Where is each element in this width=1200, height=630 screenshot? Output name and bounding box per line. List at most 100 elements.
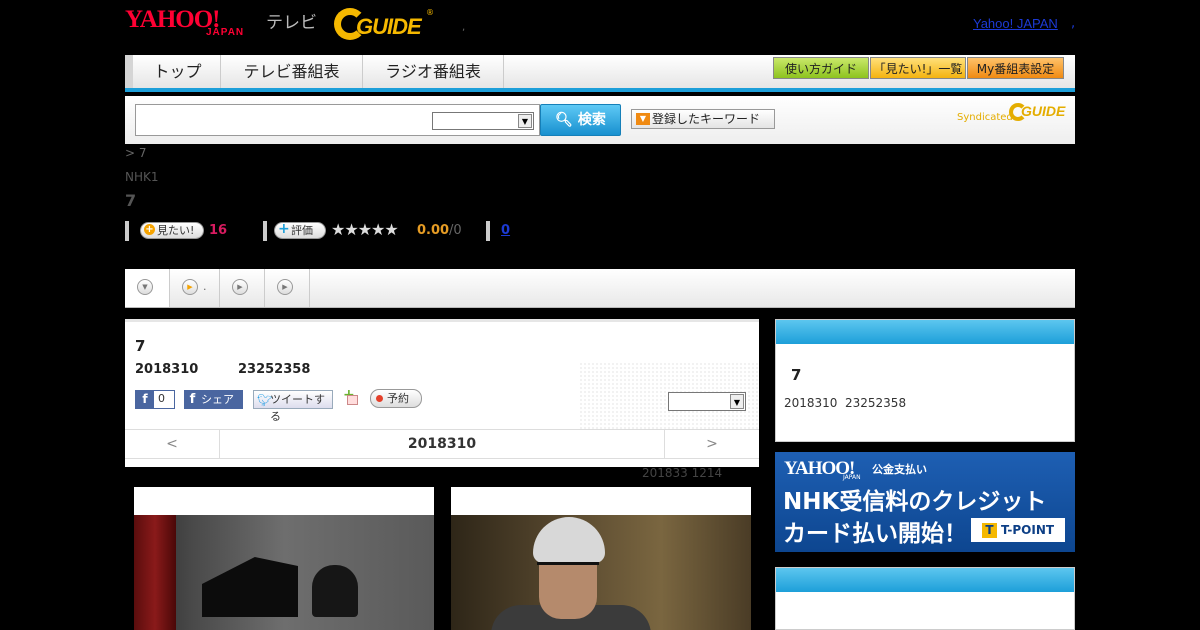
calendar-icon bbox=[347, 395, 358, 405]
station-name: NHK1 bbox=[125, 170, 159, 184]
program-title: 7 bbox=[125, 191, 137, 210]
search-bar: ▼ 🔍︎ 検索 ▼ 登録したキーワード Syndicated GUIDE bbox=[125, 96, 1075, 144]
nav-left-edge bbox=[125, 55, 133, 88]
tab-4[interactable]: ▶ bbox=[265, 269, 310, 307]
banner-japan-text: JAPAN bbox=[843, 474, 861, 481]
play-icon: ▶ bbox=[182, 279, 198, 295]
breadcrumb[interactable]: > 7 bbox=[125, 146, 147, 160]
program-image-portrait[interactable] bbox=[451, 487, 751, 630]
rating-value: 0.00 bbox=[417, 223, 450, 238]
banner-headline-2: カード払い開始！ bbox=[783, 521, 967, 547]
facebook-share-button[interactable]: f シェア bbox=[184, 390, 243, 409]
sidebar-program-box: 7 2018310 23252358 bbox=[775, 319, 1075, 442]
tpoint-badge: T T-POINT bbox=[971, 518, 1065, 542]
program-image-piano[interactable] bbox=[134, 487, 434, 630]
sidebar-program-date: 2018310 bbox=[784, 396, 838, 410]
reserve-button[interactable]: 予約 bbox=[370, 389, 422, 408]
want-list-button[interactable]: 「見たい!」一覧 bbox=[870, 57, 966, 79]
program-tabs: ▼ ▶ . ▶ ▶ bbox=[125, 269, 1075, 308]
gguide-logo[interactable]: GUIDE ® bbox=[334, 8, 434, 40]
main-nav: トップ テレビ番組表 ラジオ番組表 使い方ガイド 「見たい!」一覧 My番組表設… bbox=[125, 55, 1075, 92]
stat-divider bbox=[486, 221, 490, 241]
triangle-down-icon: ▼ bbox=[636, 113, 650, 125]
page: YAHOO! JAPAN テレビ GUIDE ® , Yahoo! JAPAN … bbox=[0, 0, 1200, 630]
tab-3[interactable]: ▶ bbox=[220, 269, 265, 307]
nav-tab-tv-listings[interactable]: テレビ番組表 bbox=[220, 55, 362, 88]
saved-keywords-label: 登録したキーワード bbox=[652, 112, 761, 126]
header-separator: , bbox=[462, 22, 466, 33]
dropdown-arrow-icon: ▼ bbox=[518, 114, 532, 128]
detail-title: 7 bbox=[135, 337, 146, 355]
tpoint-icon: T bbox=[981, 523, 997, 538]
updated-timestamp: 201833 1214 bbox=[642, 466, 723, 480]
tv-logo-text[interactable]: テレビ bbox=[266, 8, 317, 33]
japan-logo-text: JAPAN bbox=[206, 27, 245, 38]
tab-2-label: . bbox=[203, 280, 207, 293]
program-detail-panel: 7 2018310 23252358 f 0 fシェア 🐦︎ ツイートする + … bbox=[125, 319, 759, 467]
search-icon: 🔍︎ bbox=[555, 112, 573, 128]
nav-tab-radio-listings[interactable]: ラジオ番組表 bbox=[362, 55, 504, 88]
search-button-label: 検索 bbox=[577, 112, 606, 128]
want-button-label: 見たい! bbox=[157, 224, 195, 237]
tab-2[interactable]: ▶ . bbox=[170, 269, 220, 307]
next-day-button[interactable]: > bbox=[664, 430, 759, 459]
facebook-like-count: 0 bbox=[158, 392, 165, 405]
facebook-share-label: シェア bbox=[201, 393, 234, 406]
detail-time: 23252358 bbox=[238, 362, 311, 377]
record-icon bbox=[376, 395, 383, 402]
search-category-select[interactable]: ▼ bbox=[432, 112, 534, 130]
sidebar-box-header bbox=[776, 320, 1074, 344]
saved-keywords-button[interactable]: ▼ 登録したキーワード bbox=[631, 109, 775, 129]
syndicated-gguide-logo: GUIDE bbox=[1009, 103, 1065, 122]
banner-service-name: 公金支払い bbox=[872, 463, 927, 476]
nav-tab-top[interactable]: トップ bbox=[135, 55, 220, 88]
registered-mark: ® bbox=[426, 8, 434, 17]
twitter-bird-icon: 🐦︎ bbox=[257, 393, 273, 407]
facebook-like-button[interactable]: f 0 bbox=[135, 390, 175, 409]
play-icon: ▶ bbox=[232, 279, 248, 295]
usage-guide-button[interactable]: 使い方ガイド bbox=[773, 57, 869, 79]
sidebar-box-2 bbox=[775, 567, 1075, 630]
gguide-logo-text: GUIDE bbox=[356, 14, 422, 39]
red-curtain bbox=[134, 515, 176, 630]
tweet-label: ツイートする bbox=[270, 393, 325, 423]
rating-stars: ★★★★★ bbox=[331, 220, 399, 239]
nhk-fee-banner[interactable]: YAHOO! JAPAN 公金支払い NHK受信料のクレジット カード払い開始！… bbox=[775, 452, 1075, 552]
yahoo-japan-link[interactable]: Yahoo! JAPAN bbox=[973, 16, 1058, 31]
header-link-separator: , bbox=[1071, 16, 1076, 31]
prev-day-button[interactable]: < bbox=[125, 430, 220, 459]
sidebar-box-header bbox=[776, 568, 1074, 592]
comment-count-link[interactable]: 0 bbox=[501, 223, 510, 238]
stat-divider bbox=[125, 221, 129, 241]
detail-date: 2018310 bbox=[135, 362, 199, 377]
stat-divider bbox=[263, 221, 267, 241]
plus-icon: + bbox=[144, 224, 155, 235]
play-icon: ▶ bbox=[277, 279, 293, 295]
rate-button-label: 評価 bbox=[291, 224, 313, 237]
facebook-icon: f bbox=[136, 391, 154, 408]
add-calendar-icon[interactable]: + bbox=[343, 388, 359, 407]
tweet-button[interactable]: 🐦︎ ツイートする bbox=[253, 390, 333, 423]
plus-icon: + bbox=[278, 221, 290, 237]
sidebar-program-title: 7 bbox=[791, 366, 802, 384]
banner-headline-1: NHK受信料のクレジット bbox=[783, 489, 1047, 515]
date-navigation: < 2018310 > bbox=[125, 429, 759, 459]
dropdown-arrow-icon: ▼ bbox=[730, 394, 744, 409]
sidebar-program-time: 23252358 bbox=[845, 396, 907, 410]
recorder-select[interactable]: ▼ bbox=[668, 392, 746, 411]
search-button[interactable]: 🔍︎ 検索 bbox=[540, 104, 621, 136]
chevron-down-icon: ▼ bbox=[137, 279, 153, 295]
syndicated-label: Syndicated bbox=[957, 112, 1013, 123]
facebook-icon: f bbox=[189, 392, 196, 407]
rating-total: /0 bbox=[449, 223, 462, 238]
my-listings-settings-button[interactable]: My番組表設定 bbox=[967, 57, 1064, 79]
tab-details[interactable]: ▼ bbox=[125, 269, 170, 307]
pianist bbox=[312, 565, 358, 617]
want-button[interactable]: + 見たい! bbox=[140, 222, 204, 239]
current-date: 2018310 bbox=[407, 436, 477, 452]
reserve-label: 予約 bbox=[387, 392, 409, 405]
rate-button[interactable]: + 評価 bbox=[274, 222, 326, 239]
want-count: 16 bbox=[209, 223, 228, 238]
portrait-glasses bbox=[537, 562, 599, 574]
program-stats: + 見たい! 16 + 評価 ★★★★★ 0.00 /0 0 bbox=[125, 220, 725, 241]
